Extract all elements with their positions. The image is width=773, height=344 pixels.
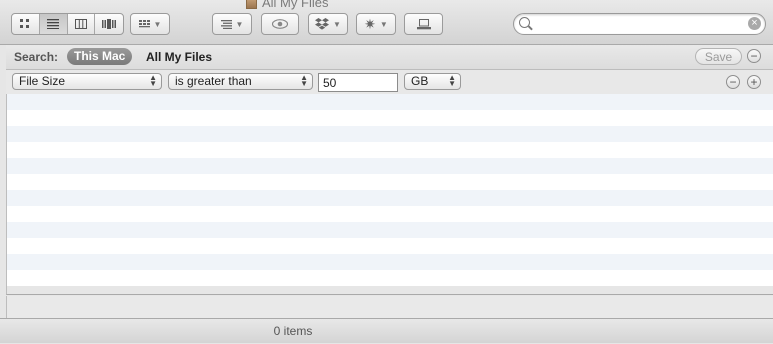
scope-all-my-files-button[interactable]: All My Files: [146, 50, 212, 64]
cover-flow-icon: [102, 19, 117, 29]
list-row: [7, 238, 773, 254]
list-row: [7, 190, 773, 206]
list-view-button[interactable]: [39, 14, 68, 34]
icon-view-icon: [20, 19, 30, 28]
remove-rule-button[interactable]: −: [726, 75, 740, 89]
search-icon: [519, 17, 530, 28]
path-bar: [6, 296, 773, 318]
up-down-arrows-icon: ▲ ▼: [448, 73, 456, 88]
search-scope-bar: Search: This Mac All My Files Save −: [6, 45, 773, 70]
up-down-arrows-icon: ▲ ▼: [149, 73, 157, 88]
connect-button[interactable]: [404, 13, 443, 35]
scope-this-mac-button[interactable]: This Mac: [67, 48, 133, 65]
add-rule-button[interactable]: +: [747, 75, 761, 89]
attribute-select[interactable]: File Size ▲ ▼: [12, 73, 162, 90]
operator-select-value: is greater than: [175, 74, 252, 88]
folder-icon: [246, 0, 257, 9]
list-view-icon: [47, 19, 60, 29]
up-down-arrows-icon: ▲ ▼: [300, 73, 308, 88]
search-scope-label: Search:: [14, 50, 59, 64]
results-list[interactable]: [6, 94, 773, 295]
arrange-menu-icon: [138, 20, 150, 28]
cover-flow-button[interactable]: [95, 14, 123, 34]
toolbar: All My Files ▼ ▼ ▼ ✷ ▼ ×: [0, 0, 773, 45]
list-row: [7, 110, 773, 126]
list-row: [7, 94, 773, 110]
search-criteria-row: File Size ▲ ▼ is greater than ▲ ▼ 50 GB ▲ ▼…: [6, 70, 773, 94]
attribute-select-value: File Size: [19, 74, 66, 88]
view-mode-control: [11, 13, 124, 35]
search-field[interactable]: ×: [513, 13, 766, 35]
chevron-down-icon: ▼: [235, 19, 244, 29]
operator-select[interactable]: is greater than ▲ ▼: [168, 73, 313, 90]
search-input[interactable]: [532, 16, 746, 34]
unit-select-value: GB: [411, 74, 429, 88]
list-row: [7, 142, 773, 158]
list-row: [7, 206, 773, 222]
sort-button[interactable]: ▼: [212, 13, 252, 35]
list-row: [7, 174, 773, 190]
arrange-button[interactable]: ▼: [130, 13, 170, 35]
action-button[interactable]: ✷ ▼: [356, 13, 396, 35]
chevron-down-icon: ▼: [153, 19, 162, 29]
eye-icon: [272, 19, 288, 29]
size-value-field[interactable]: 50: [318, 73, 398, 92]
unit-select[interactable]: GB ▲ ▼: [404, 73, 461, 90]
sort-menu-icon: [220, 19, 232, 29]
window-title: All My Files: [246, 0, 328, 10]
quick-look-button[interactable]: [261, 13, 299, 35]
dropbox-button[interactable]: ▼: [308, 13, 348, 35]
column-view-icon: [74, 19, 87, 29]
item-count: 0 items: [273, 324, 313, 338]
save-search-button[interactable]: Save: [695, 48, 742, 65]
column-view-button[interactable]: [68, 14, 96, 34]
chevron-down-icon: ▼: [333, 19, 341, 29]
list-row: [7, 222, 773, 238]
list-row: [7, 270, 773, 286]
status-bar: 0 items: [0, 318, 773, 343]
window-title-text: All My Files: [262, 0, 329, 10]
list-row: [7, 254, 773, 270]
clear-search-icon[interactable]: ×: [748, 17, 761, 30]
gear-icon: ✷: [364, 15, 376, 32]
list-row: [7, 126, 773, 142]
connect-server-icon: [416, 18, 431, 29]
chevron-down-icon: ▼: [379, 19, 388, 29]
remove-criteria-button[interactable]: −: [747, 49, 761, 63]
dropbox-icon: [315, 18, 330, 30]
icon-view-button[interactable]: [12, 14, 40, 34]
list-row: [7, 158, 773, 174]
